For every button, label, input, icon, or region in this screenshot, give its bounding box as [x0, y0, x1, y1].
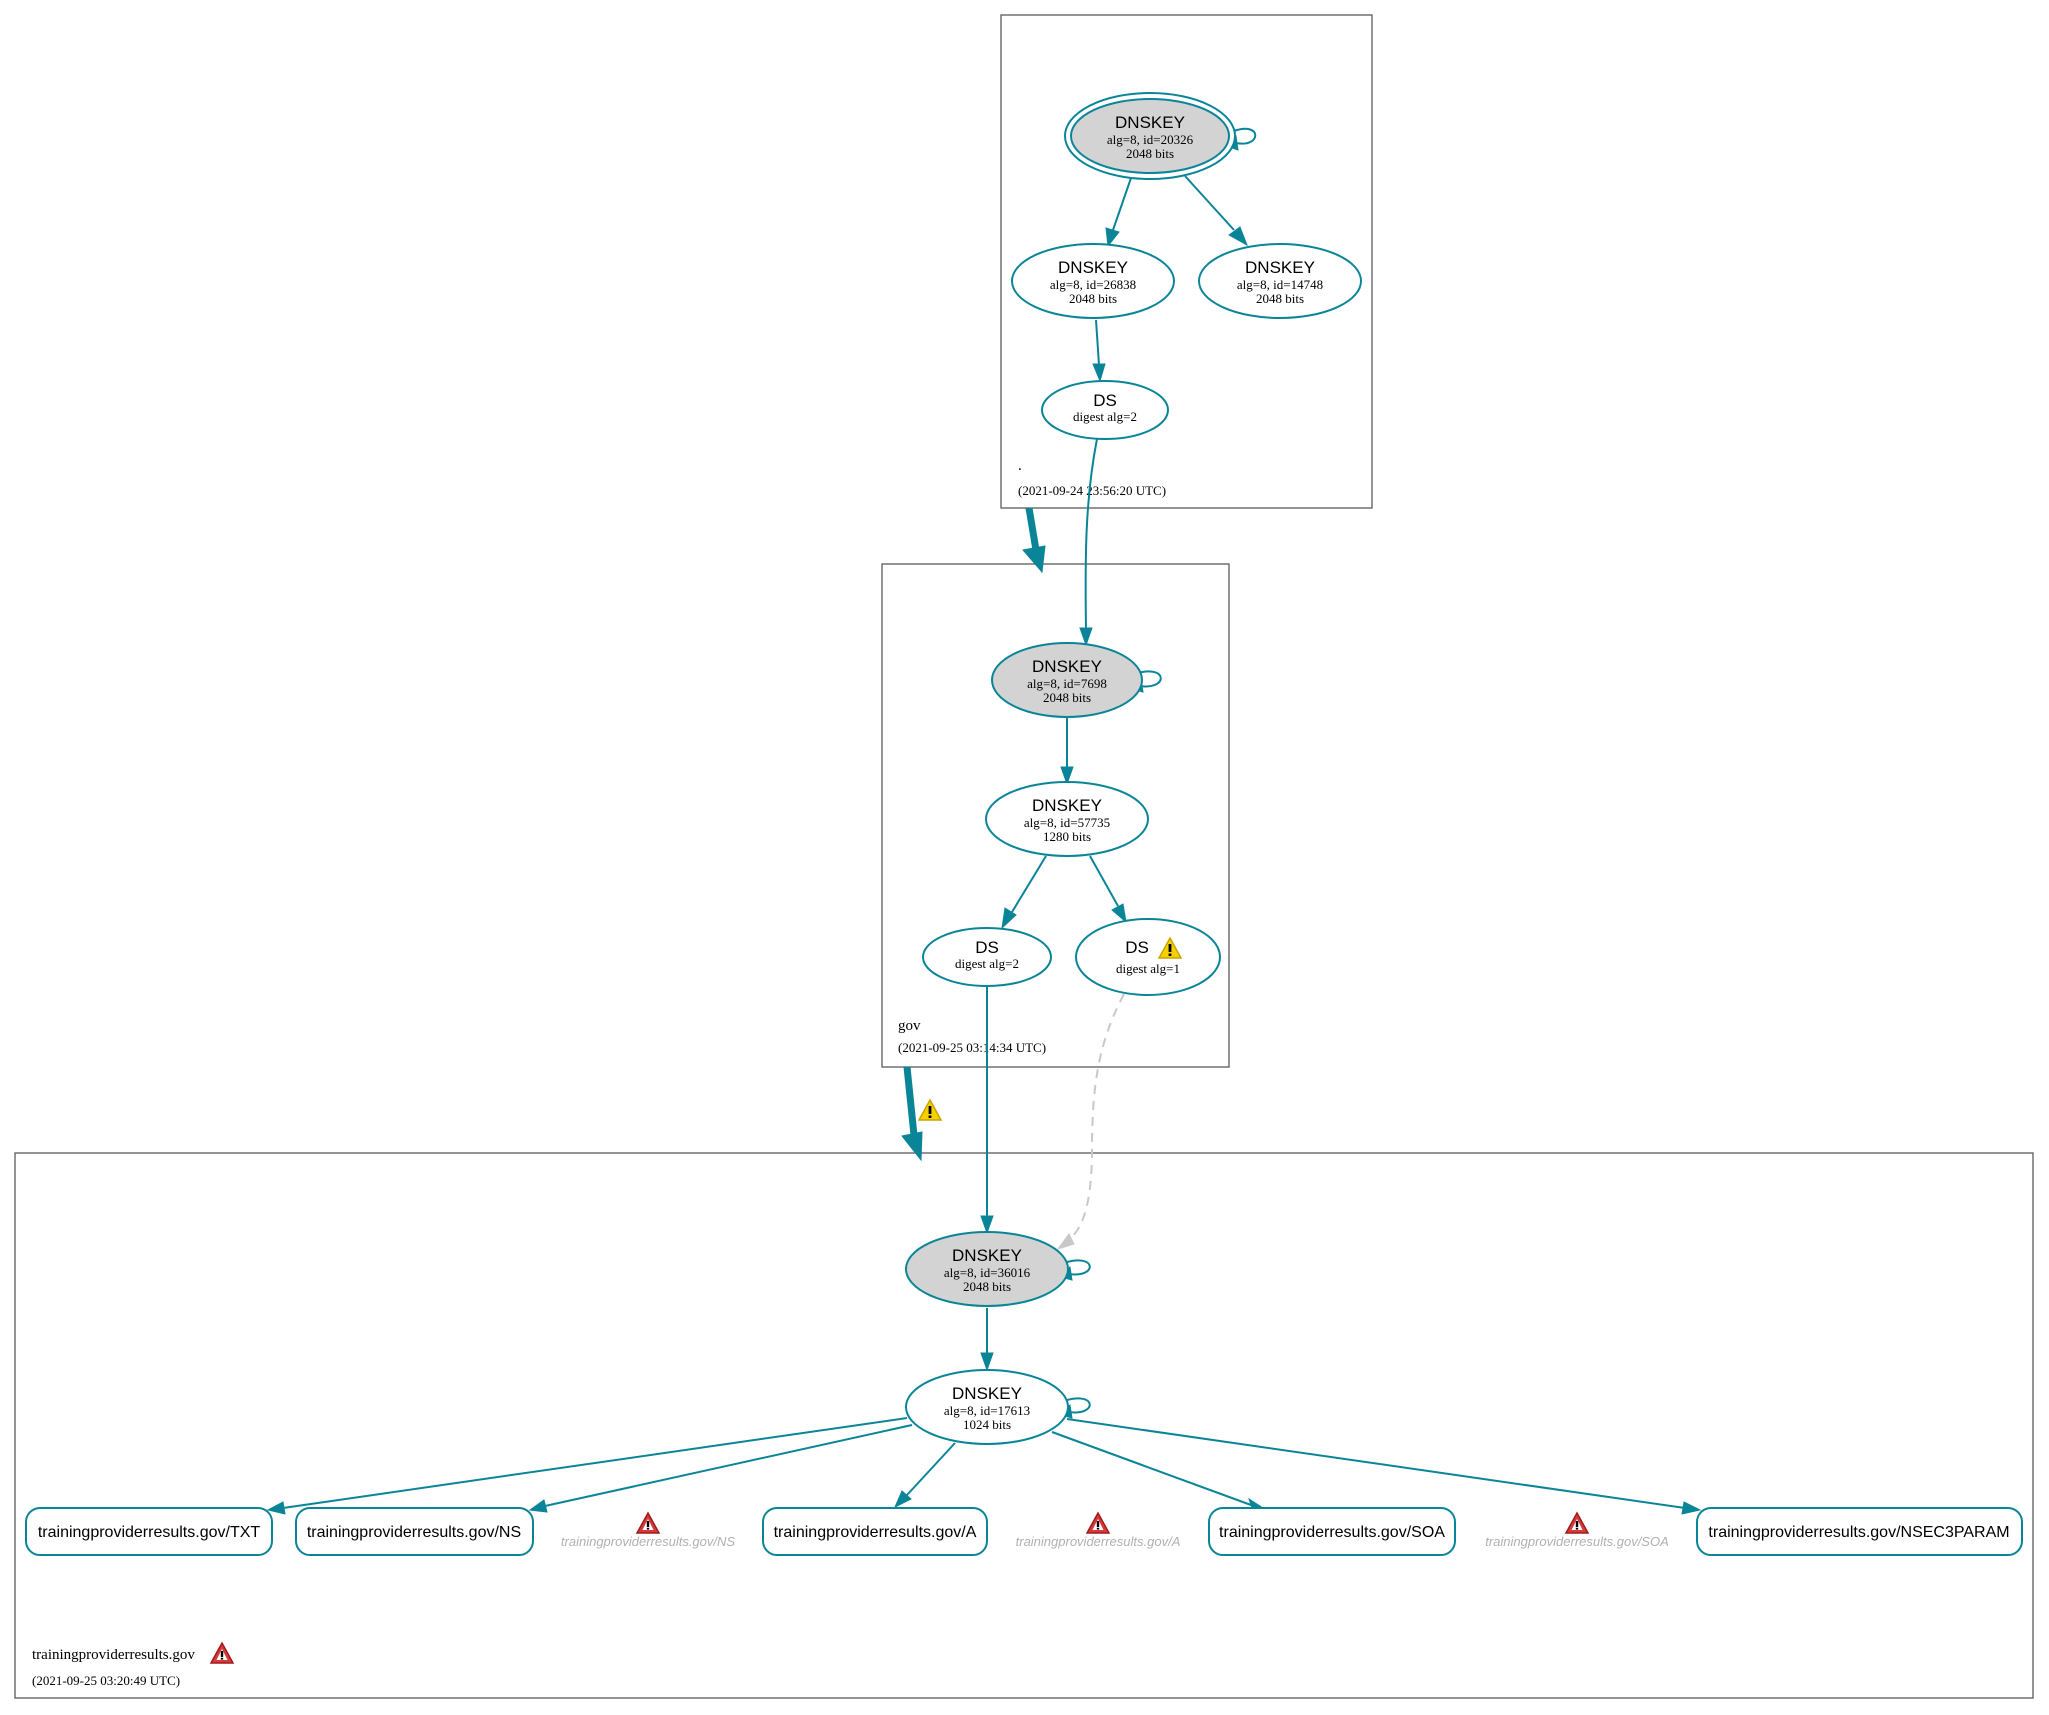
node-detail: alg=8, id=7698	[1027, 676, 1107, 691]
node-type: DNSKEY	[1032, 657, 1102, 676]
node-type: DNSKEY	[1058, 258, 1128, 277]
zone-gov-name: gov	[898, 1018, 921, 1034]
node-gov-ds1[interactable]: DS digest alg=1	[1075, 918, 1221, 996]
node-domain-ksk[interactable]: DNSKEY alg=8, id=36016 2048 bits	[905, 1231, 1069, 1307]
node-detail: alg=8, id=57735	[1024, 815, 1110, 830]
rrset-soa[interactable]: trainingproviderresults.gov/SOA	[1208, 1507, 1456, 1556]
zone-root-name: .	[1018, 458, 1022, 474]
node-type: DS	[975, 938, 999, 957]
node-size: 1280 bits	[1043, 829, 1091, 844]
rrset-label: trainingproviderresults.gov/SOA	[1219, 1524, 1445, 1541]
node-detail: digest alg=2	[1073, 409, 1137, 424]
node-size: 2048 bits	[1256, 291, 1304, 306]
zone-gov-timestamp: (2021-09-25 03:14:34 UTC)	[898, 1040, 1046, 1055]
error-rrset-label: trainingproviderresults.gov/NS	[561, 1534, 735, 1549]
delegation-warning-icon	[918, 1099, 942, 1121]
node-gov-zsk[interactable]: DNSKEY alg=8, id=57735 1280 bits	[985, 781, 1149, 857]
node-type: DNSKEY	[1032, 796, 1102, 815]
node-type: DNSKEY	[952, 1246, 1022, 1265]
node-detail: alg=8, id=17613	[944, 1403, 1030, 1418]
rrset-label: trainingproviderresults.gov/NS	[307, 1524, 521, 1541]
zone-domain-timestamp: (2021-09-25 03:20:49 UTC)	[32, 1673, 180, 1688]
rrset-label: trainingproviderresults.gov/TXT	[38, 1524, 261, 1541]
node-size: 2048 bits	[1043, 690, 1091, 705]
error-rrset-label: trainingproviderresults.gov/A	[1016, 1534, 1181, 1549]
dnssec-chain-diagram: . (2021-09-24 23:56:20 UTC) gov (2021-09…	[14, 14, 2034, 1699]
rrset-a[interactable]: trainingproviderresults.gov/A	[762, 1507, 988, 1556]
rrset-txt[interactable]: trainingproviderresults.gov/TXT	[25, 1507, 273, 1556]
node-detail: alg=8, id=36016	[944, 1265, 1031, 1280]
node-type: DS	[1125, 938, 1149, 957]
node-domain-zsk[interactable]: DNSKEY alg=8, id=17613 1024 bits	[905, 1369, 1069, 1445]
rrset-nsec3param[interactable]: trainingproviderresults.gov/NSEC3PARAM	[1696, 1507, 2023, 1556]
node-detail: alg=8, id=14748	[1237, 277, 1323, 292]
rrset-label: trainingproviderresults.gov/NSEC3PARAM	[1708, 1524, 2009, 1541]
delegation-root-to-gov	[1025, 507, 1040, 551]
node-detail: alg=8, id=20326	[1107, 132, 1194, 147]
zone-domain-name: trainingproviderresults.gov	[32, 1647, 195, 1663]
node-root-ksk[interactable]: DNSKEY alg=8, id=20326 2048 bits	[1064, 92, 1236, 180]
node-type: DNSKEY	[1115, 113, 1185, 132]
node-type: DNSKEY	[1245, 258, 1315, 277]
delegation-gov-to-domain	[903, 1066, 918, 1136]
node-type: DS	[1093, 391, 1117, 410]
node-gov-ds2[interactable]: DS digest alg=2	[922, 927, 1052, 987]
node-size: 1024 bits	[963, 1417, 1011, 1432]
node-size: 2048 bits	[963, 1279, 1011, 1294]
node-detail: digest alg=1	[1116, 961, 1180, 976]
error-rrset-label: trainingproviderresults.gov/SOA	[1485, 1534, 1669, 1549]
node-root-ds[interactable]: DS digest alg=2	[1041, 380, 1169, 440]
node-type: DNSKEY	[952, 1384, 1022, 1403]
node-size: 2048 bits	[1126, 146, 1174, 161]
node-root-zsk1[interactable]: DNSKEY alg=8, id=26838 2048 bits	[1011, 243, 1175, 319]
rrset-ns[interactable]: trainingproviderresults.gov/NS	[295, 1507, 534, 1556]
node-size: 2048 bits	[1069, 291, 1117, 306]
node-gov-ksk[interactable]: DNSKEY alg=8, id=7698 2048 bits	[991, 642, 1143, 718]
node-root-zsk2[interactable]: DNSKEY alg=8, id=14748 2048 bits	[1198, 243, 1362, 319]
zone-root-timestamp: (2021-09-24 23:56:20 UTC)	[1018, 483, 1166, 498]
node-detail: alg=8, id=26838	[1050, 277, 1136, 292]
node-detail: digest alg=2	[955, 956, 1019, 971]
rrset-label: trainingproviderresults.gov/A	[774, 1524, 977, 1541]
